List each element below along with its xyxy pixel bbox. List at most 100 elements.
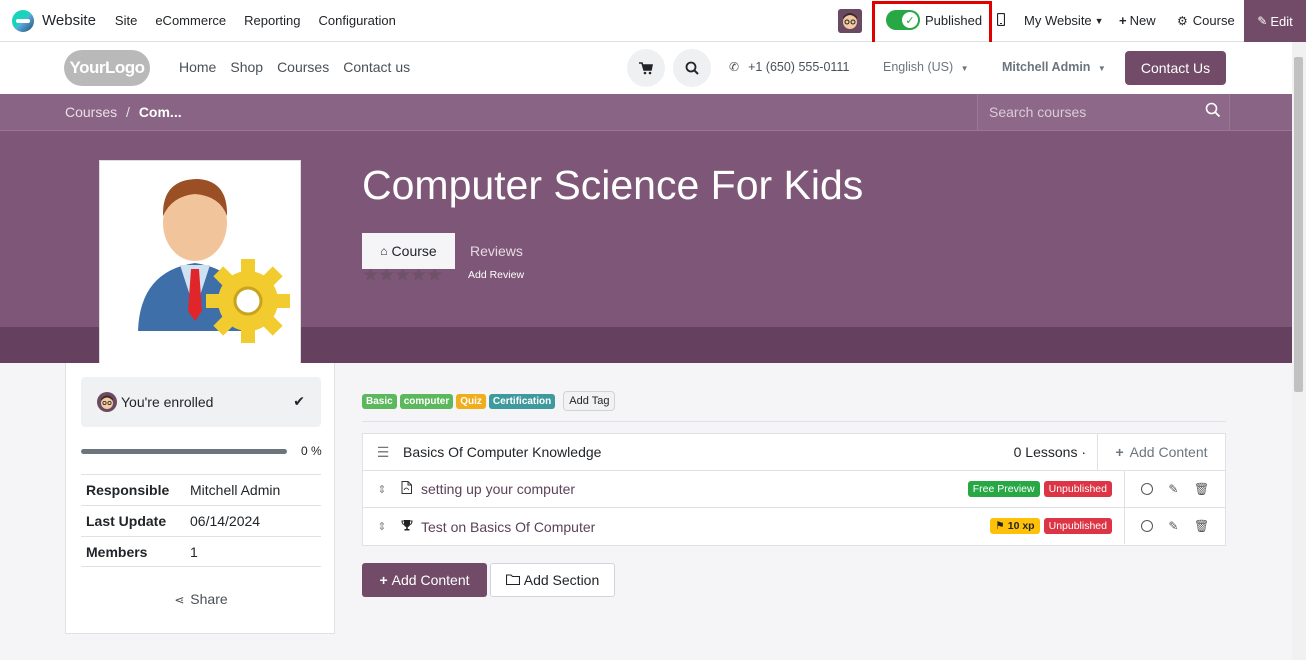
plus-icon: + [379, 572, 388, 588]
nav-shop[interactable]: Shop [230, 59, 263, 75]
contact-us-button[interactable]: Contact Us [1125, 51, 1226, 85]
course-settings-button[interactable]: ⚙ Course [1177, 13, 1235, 28]
menu-site[interactable]: Site [106, 13, 146, 28]
lesson-badges: Free Preview Unpublished [964, 481, 1112, 497]
user-name: Mitchell Admin [1002, 60, 1091, 74]
lesson-row: ⇕ setting up your computer Free Preview … [363, 471, 1225, 508]
table-row: Last Update 06/14/2024 [81, 505, 321, 536]
lesson-actions: ✎ 🗑 [1124, 508, 1225, 544]
breadcrumb-separator: / [126, 104, 130, 120]
folder-icon [505, 572, 520, 588]
language-selector[interactable]: English (US) ▼ [883, 60, 969, 74]
phone-number[interactable]: ✆ +1 (650) 555-0111 [729, 60, 849, 74]
add-content-button[interactable]: + Add Content [362, 563, 487, 597]
my-website-dropdown[interactable]: My Website ▼ [1024, 13, 1104, 28]
add-content-label: Add Content [1129, 444, 1208, 460]
search-icon[interactable] [1205, 102, 1221, 118]
complete-radio[interactable] [1140, 483, 1153, 495]
admin-menu: Site eCommerce Reporting Configuration [106, 13, 405, 28]
reorder-handle-icon[interactable]: ⇕ [363, 483, 401, 496]
flag-icon: ⚑ [995, 520, 1005, 532]
trash-icon[interactable]: 🗑 [1194, 482, 1209, 496]
unpublished-badge[interactable]: Unpublished [1043, 518, 1112, 534]
course-info-table: Responsible Mitchell Admin Last Update 0… [81, 474, 321, 567]
tab-course[interactable]: ⌂ Course [362, 233, 455, 269]
table-row: Responsible Mitchell Admin [81, 474, 321, 505]
reorder-handle-icon[interactable]: ⇕ [363, 520, 401, 533]
cart-button[interactable] [627, 49, 665, 87]
new-label: New [1129, 13, 1156, 28]
menu-configuration[interactable]: Configuration [310, 13, 405, 28]
tag-computer: computer [399, 393, 454, 409]
add-tag-button[interactable]: Add Tag [563, 391, 616, 411]
course-label: Course [1192, 13, 1235, 28]
share-button[interactable]: ⋖ Share [66, 591, 336, 607]
scrollbar-thumb[interactable] [1294, 57, 1303, 392]
language-label: English (US) [883, 60, 954, 74]
add-review-link[interactable]: Add Review [468, 269, 524, 281]
unpublished-badge[interactable]: Unpublished [1043, 481, 1112, 497]
pencil-icon: ✎ [1257, 14, 1268, 28]
drag-handle-icon[interactable]: ☰ [363, 444, 403, 461]
website-app-logo[interactable]: Website [12, 9, 96, 32]
progress-bar [81, 449, 287, 454]
breadcrumb-courses[interactable]: Courses [65, 104, 117, 120]
enrolled-text: You're enrolled [121, 394, 214, 410]
edit-label: Edit [1270, 13, 1293, 29]
lesson-title[interactable]: Test on Basics Of Computer [421, 519, 595, 535]
info-key: Responsible [86, 482, 170, 498]
course-search-input[interactable]: Search courses [977, 94, 1230, 130]
nav-contact-us[interactable]: Contact us [343, 59, 410, 75]
trophy-icon [401, 519, 421, 534]
lesson-title[interactable]: setting up your computer [421, 481, 575, 497]
plus-icon: + [1119, 13, 1127, 28]
edit-pencil-icon[interactable]: ✎ [1168, 519, 1178, 533]
edit-button[interactable]: ✎ Edit [1244, 0, 1306, 42]
course-sections: ☰ Basics Of Computer Knowledge 0 Lessons… [362, 433, 1226, 546]
search-placeholder: Search courses [989, 104, 1087, 120]
complete-radio[interactable] [1140, 520, 1153, 532]
user-avatar[interactable] [838, 9, 862, 33]
section-lessons-count: 0 Lessons · [1013, 444, 1086, 460]
nav-home[interactable]: Home [179, 59, 216, 75]
trash-icon[interactable]: 🗑 [1194, 519, 1209, 533]
caret-down-icon: ▼ [1094, 15, 1104, 26]
search-button[interactable] [673, 49, 711, 87]
menu-ecommerce[interactable]: eCommerce [146, 13, 235, 28]
plus-icon: + [1115, 444, 1124, 460]
mobile-preview-button[interactable] [997, 13, 1005, 26]
free-preview-badge: Free Preview [967, 481, 1040, 497]
my-website-label: My Website [1024, 13, 1092, 28]
user-menu[interactable]: Mitchell Admin ▼ [1002, 60, 1106, 74]
tag-basic: Basic [362, 393, 397, 409]
tag-certification: Certification [488, 393, 556, 409]
new-button[interactable]: + New [1119, 13, 1156, 28]
divider [362, 421, 1226, 422]
enrolled-status: You're enrolled ✔ [81, 377, 321, 427]
xp-badge: ⚑ 10 xp [990, 518, 1040, 534]
info-value: 1 [190, 543, 198, 560]
highlight-box [872, 1, 992, 45]
mobile-icon [997, 13, 1005, 26]
add-section-button[interactable]: Add Section [490, 563, 615, 597]
gear-icon: ⚙ [1177, 13, 1188, 28]
tag-quiz: Quiz [456, 393, 486, 409]
section-title[interactable]: Basics Of Computer Knowledge [403, 444, 601, 460]
course-title: Computer Science For Kids [362, 162, 864, 208]
nav-courses[interactable]: Courses [277, 59, 329, 75]
section-add-content-button[interactable]: + Add Content [1097, 434, 1225, 470]
cart-icon [639, 61, 653, 74]
add-section-button-label: Add Section [523, 572, 600, 588]
share-label: Share [190, 591, 228, 607]
xp-label: 10 xp [1007, 520, 1035, 532]
menu-reporting[interactable]: Reporting [235, 13, 309, 28]
businessman-gear-illustration [100, 161, 300, 363]
info-value: 06/14/2024 [190, 513, 261, 529]
phone-icon: ✆ [729, 60, 740, 74]
website-header: YourLogo Home Shop Courses Contact us ✆ … [0, 42, 1292, 94]
edit-pencil-icon[interactable]: ✎ [1168, 482, 1178, 496]
breadcrumb: Courses / Com... [65, 104, 182, 120]
site-logo[interactable]: YourLogo [64, 50, 150, 86]
tab-reviews[interactable]: Reviews [470, 233, 523, 269]
search-icon [685, 61, 699, 75]
